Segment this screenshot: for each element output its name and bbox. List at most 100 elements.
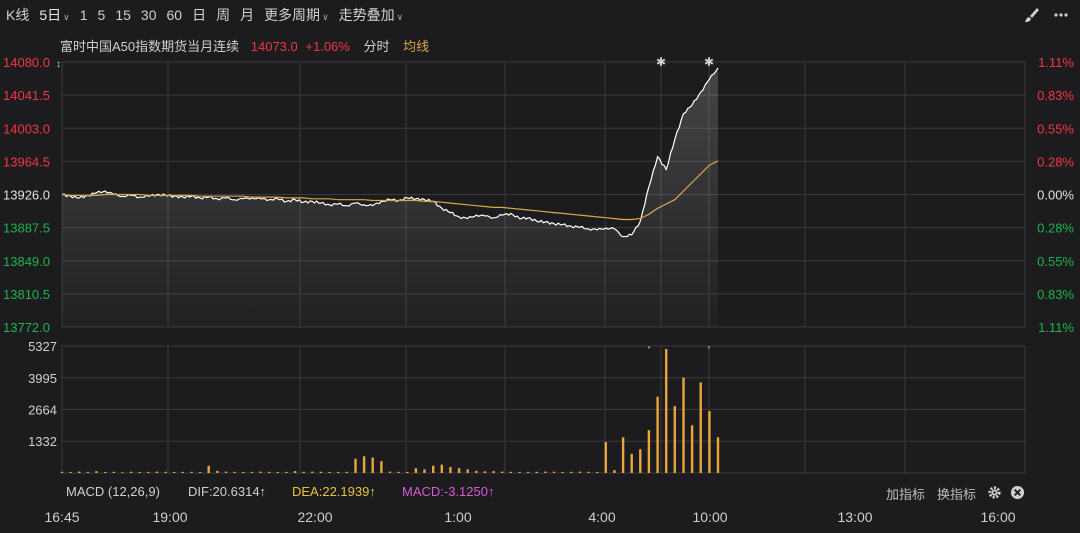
price-tick-label: 13926.0 [3,188,50,203]
volume-bar [665,349,668,473]
volume-bar [388,471,392,473]
price-tick-label: 14041.5 [3,88,50,103]
volume-bar [621,437,625,473]
volume-bar [483,471,487,473]
volume-bar [181,471,184,473]
volume-bar [578,471,582,473]
percent-tick-label: 0.28% [1037,154,1074,169]
volume-bar [78,471,81,473]
volume-bar [570,471,573,473]
volume-bar [708,411,711,473]
volume-bar [492,471,495,473]
price-tick-label: 14080.0 [3,55,50,70]
gear-icon[interactable] [987,485,1002,500]
volume-bar [561,472,564,473]
percent-tick-label: 0.55% [1037,254,1074,269]
volume-bar [147,471,150,473]
price-tick-label: 13887.5 [3,221,50,236]
volume-bar [690,425,694,473]
volume-bar [104,472,107,473]
volume-bar [354,458,357,473]
volume-bar [69,472,72,473]
percent-tick-label: 1.11% [1038,320,1074,335]
scale-toggle-icon[interactable]: ↕ [56,59,61,70]
volume-bar [647,430,651,473]
volume-bar [509,471,512,473]
time-tick-label: 13:00 [837,509,873,525]
volume-bar [285,471,288,473]
volume-bar [682,377,685,473]
macd-params-label: MACD (12,26,9) [66,484,160,499]
volume-bar [656,396,659,473]
event-marker-icon[interactable]: ✱ [704,55,714,69]
macd-value: MACD:-3.1250↑ [402,484,495,499]
volume-tick-label: 1332 [28,434,57,449]
price-tick-label: 13772.0 [3,320,50,335]
price-tick-label: 14003.0 [3,121,50,136]
percent-tick-label: 0.83% [1037,287,1074,302]
volume-tick-label: 2664 [28,402,57,417]
volume-bar [319,471,323,473]
volume-bar [276,472,279,473]
price-area-fill [62,68,718,327]
indicator-bar: MACD (12,26,9) DIF:20.6314↑ DEA:22.1939↑… [0,484,1080,502]
volume-bar [466,469,469,473]
event-marker-icon: • [648,343,651,352]
volume-bar [639,449,642,473]
volume-bar [518,472,521,473]
volume-bar [630,453,633,473]
time-tick-label: 4:00 [588,509,616,525]
percent-tick-label: 0.55% [1037,121,1074,136]
volume-bar [268,471,271,473]
volume-bar [207,465,210,473]
volume-bar [397,471,400,473]
add-indicator-button[interactable]: 加指标 [886,484,925,503]
volume-bar [155,471,159,473]
volume-bar [138,472,141,473]
dif-value: DIF:20.6314↑ [188,484,267,499]
volume-bar [457,468,461,473]
volume-bar [259,471,262,473]
swap-indicator-button[interactable]: 换指标 [937,484,976,503]
volume-bar [423,469,426,473]
price-tick-label: 13849.0 [3,254,50,269]
percent-tick-label: 0.00% [1037,188,1074,203]
volume-bar [587,471,590,473]
intraday-chart[interactable]: 14080.0 1.11% 14041.5 0.83% 14003.0 0.55% 1396… [0,0,1080,480]
volume-bar [526,471,530,473]
event-marker-icon: • [708,343,711,352]
volume-tick-label: 3995 [28,371,57,386]
volume-bar [673,406,676,473]
volume-bar [449,467,452,473]
volume-bar [250,471,254,473]
volume-bar [544,471,547,473]
volume-bar [216,470,219,473]
volume-bar [242,472,245,473]
event-marker-icon[interactable]: ✱ [656,55,666,69]
volume-bar [311,471,314,473]
volume-bar [95,471,98,473]
volume-bar [414,468,418,473]
price-tick-label: 13810.5 [3,287,50,302]
volume-bar [112,471,115,473]
volume-bar [699,382,702,473]
volume-tick-label: 5327 [28,339,57,354]
volume-bar [121,472,124,473]
time-tick-label: 19:00 [152,509,188,525]
time-tick-label: 16:45 [44,509,80,525]
time-tick-label: 22:00 [297,509,333,525]
percent-tick-label: 0.83% [1037,88,1074,103]
volume-bar [302,471,305,473]
close-icon[interactable] [1010,485,1025,500]
price-area [61,67,719,327]
volume-bar [337,471,340,473]
volume-bar [535,471,538,473]
percent-tick-label: 0.28% [1037,221,1074,236]
volume-bar [406,472,409,473]
volume-bar [371,457,374,473]
time-tick-label: 1:00 [444,509,472,525]
volume-bar [60,471,64,473]
volume-bar [380,461,383,473]
volume-bar [604,442,607,473]
volume-bar [596,472,599,473]
